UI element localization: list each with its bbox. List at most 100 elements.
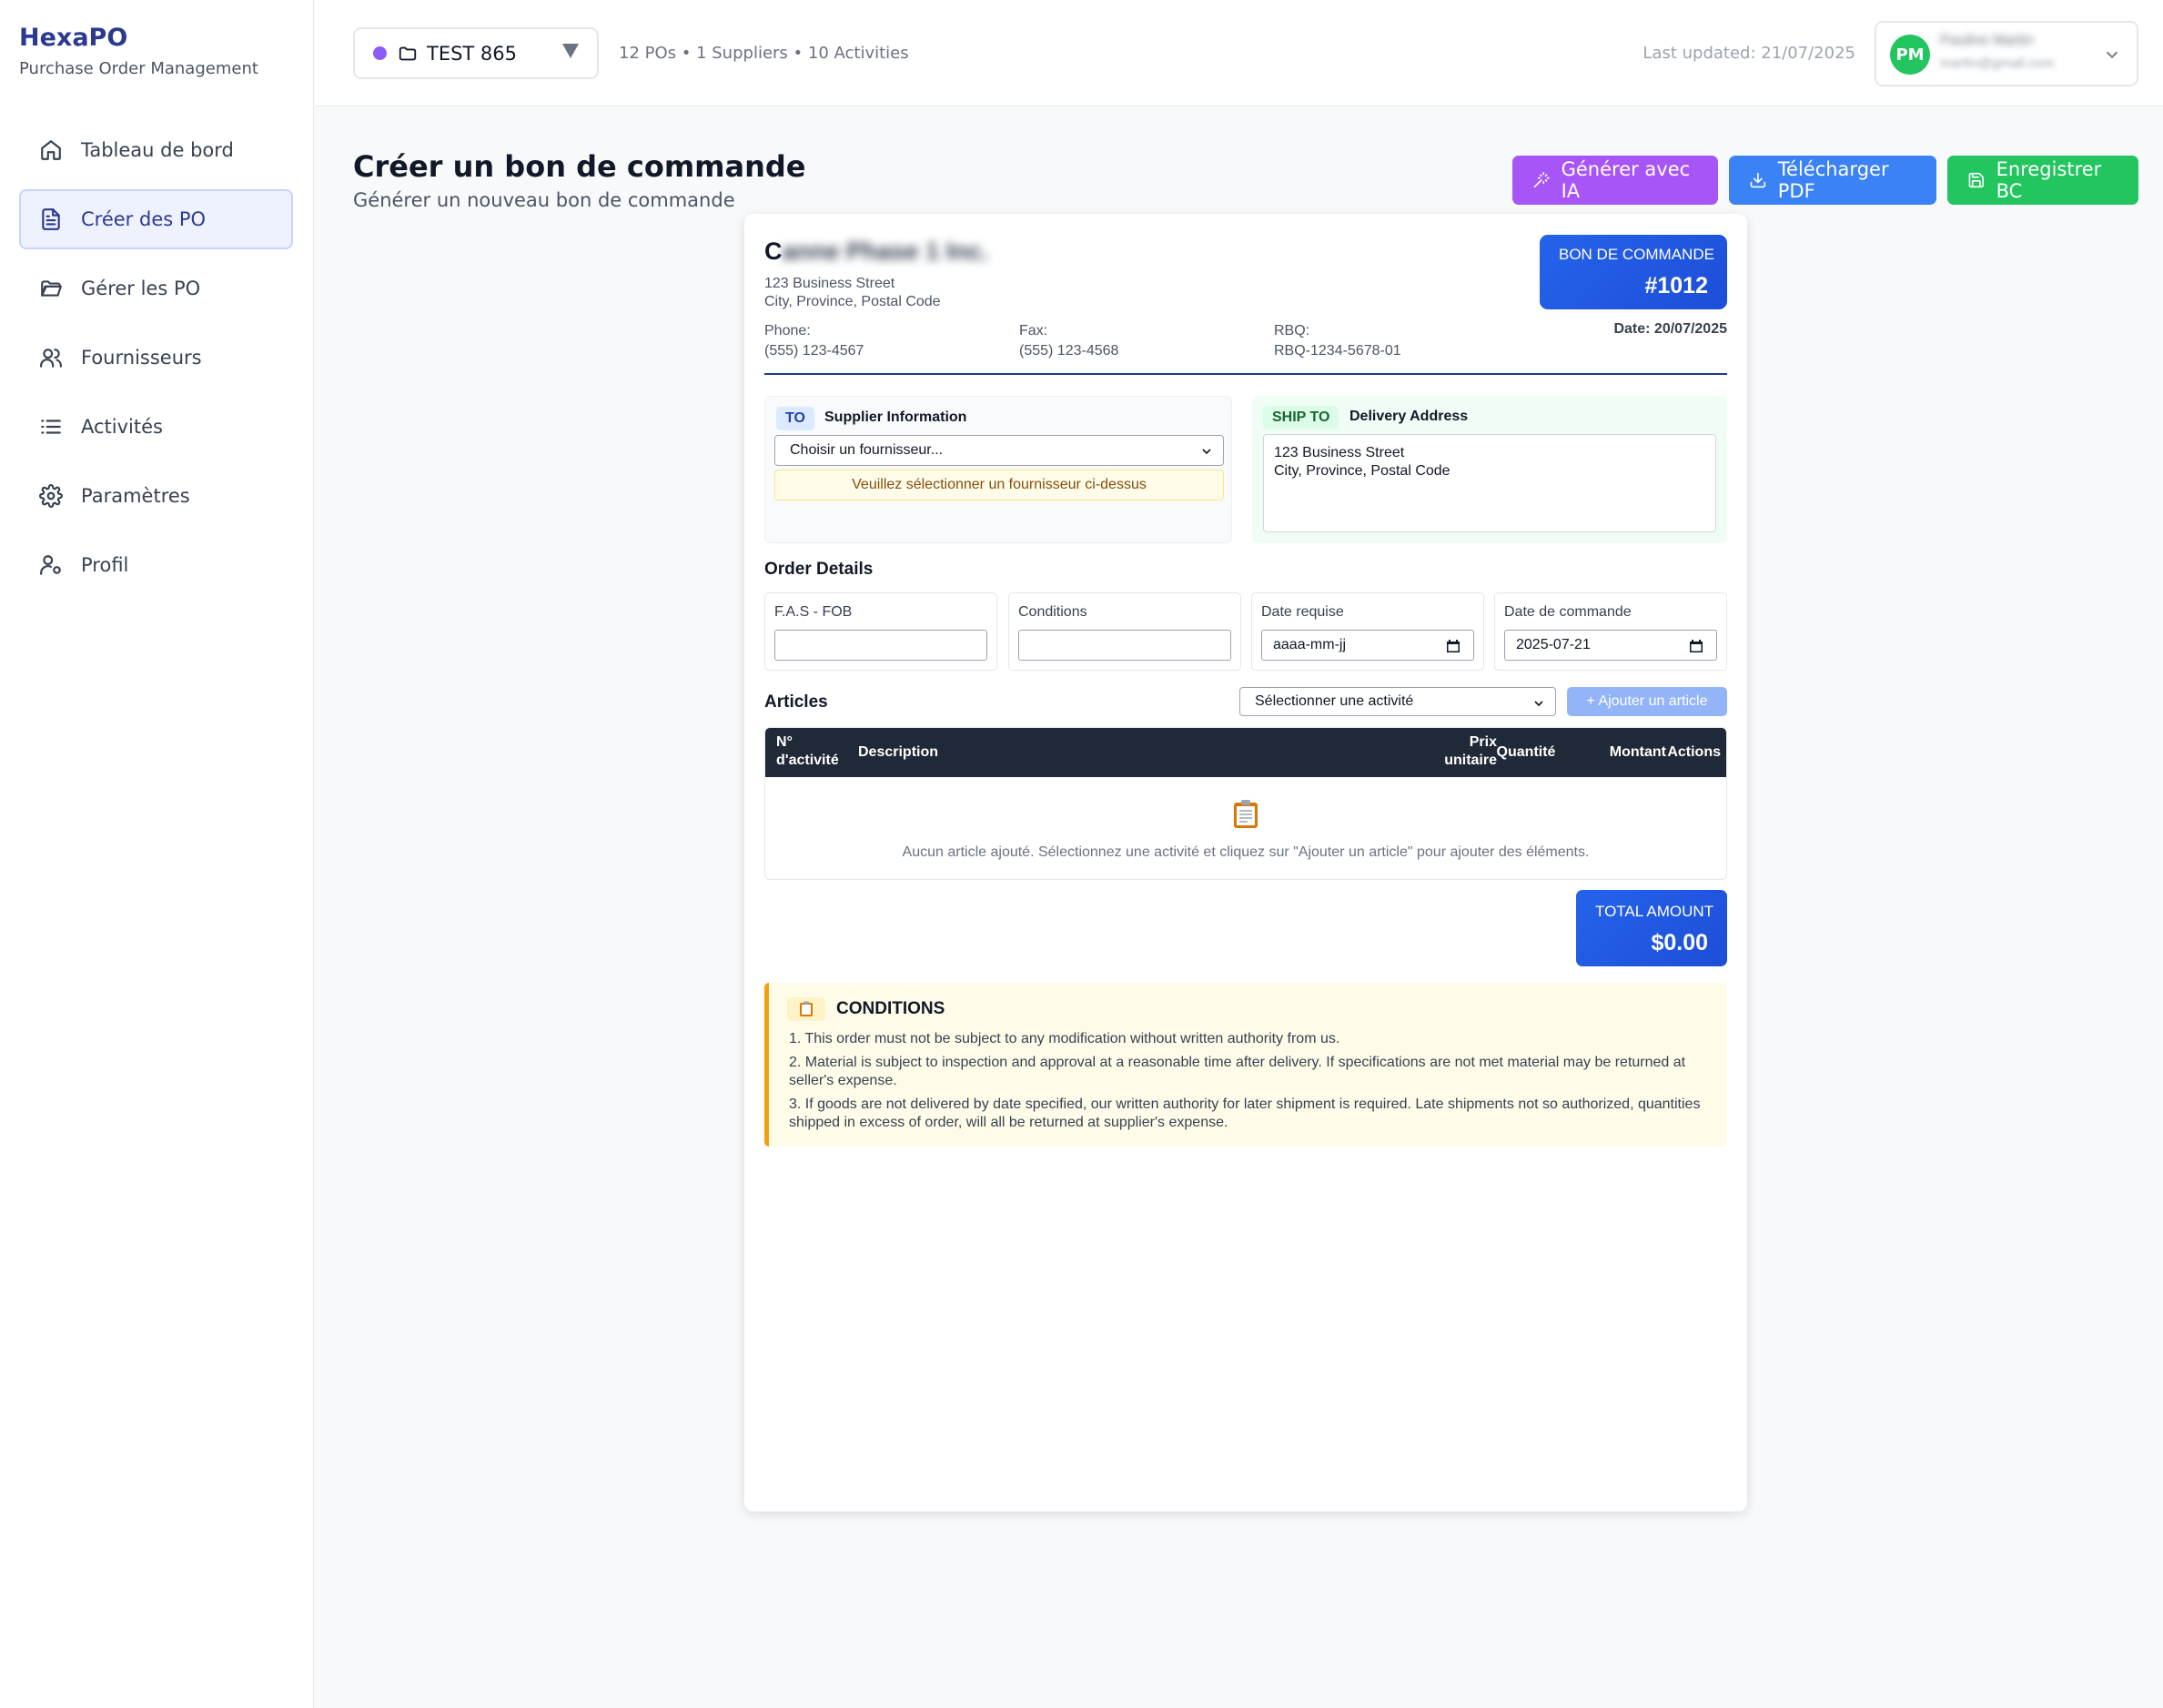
file-text-icon [39,207,63,231]
total-amount-label: TOTAL AMOUNT [1595,903,1714,920]
required-date-value: aaaa-mm-jj [1273,637,1347,652]
brand-name: HexaPO [19,24,128,52]
download-pdf-label: Télécharger PDF [1777,158,1889,202]
supplier-warning: Veuillez sélectionner un fournisseur ci-… [774,470,1224,500]
save-po-button[interactable]: Enregistrer BC [1947,156,2138,205]
add-article-button[interactable]: + Ajouter un article [1567,687,1727,716]
articles-table-header: N° d'activité Description Prix unitaire … [765,728,1726,777]
sidebar-item-label: Paramètres [81,485,190,507]
header-divider [764,373,1727,375]
col-quantity: Quantité [1496,744,1556,760]
condition-item: 3. If goods are not delivered by date sp… [789,1097,1701,1130]
calendar-icon[interactable] [1446,639,1461,653]
sidebar-item-label: Fournisseurs [81,347,202,369]
col-actions: Actions [1667,744,1721,760]
rbq-label: RBQ: [1274,323,1310,339]
articles-title: Articles [764,692,828,712]
phone-value: (555) 123-4567 [764,343,864,359]
conditions-input[interactable] [1018,630,1231,661]
sidebar-item-create-po[interactable]: Créer des PO [19,189,293,249]
save-po-label: Enregistrer BC [1996,158,2102,202]
delivery-address-textarea[interactable]: 123 Business Street City, Province, Post… [1263,434,1716,532]
brand: HexaPO Purchase Order Management [19,24,258,78]
ship-to-tag: SHIP TO [1263,406,1339,430]
po-number: #1012 [1644,273,1708,298]
company-initial: C [764,238,783,265]
col-amount: Montant [1609,744,1666,760]
order-date-value: 2025-07-21 [1516,637,1591,652]
total-amount-box: TOTAL AMOUNT $0.00 [1576,890,1727,966]
sidebar-item-profile[interactable]: Profil [19,535,293,595]
company-address-line2: City, Province, Postal Code [764,294,941,309]
company-phone: Phone: (555) 123-4567 [764,321,864,361]
project-stats: 12 POs • 1 Suppliers • 10 Activities [619,44,909,63]
page-title: Créer un bon de commande [353,149,806,184]
order-date-field: Date de commande 2025-07-21 [1494,592,1727,671]
clipboard-icon [787,997,825,1021]
conditions-label: Conditions [1018,604,1087,620]
sidebar: HexaPO Purchase Order Management Tableau… [0,0,314,1708]
gear-icon [39,484,63,508]
supplier-select[interactable]: Choisir un fournisseur... [774,435,1224,466]
fas-fob-field: F.A.S - FOB [764,592,997,671]
company-address-line1: 123 Business Street [764,276,895,291]
project-color-dot [373,46,387,60]
sidebar-item-dashboard[interactable]: Tableau de bord [19,120,293,180]
col-activity-no: N° d'activité [776,733,839,770]
sidebar-item-label: Activités [81,416,163,438]
page-actions: Générer avec IA Télécharger PDF Enregist… [1512,156,2138,205]
rbq-value: RBQ-1234-5678-01 [1274,343,1401,359]
company-name: Canne Phase 1 Inc. [764,238,988,266]
po-number-badge: BON DE COMMANDE #1012 [1540,235,1727,309]
order-details-title: Order Details [764,560,874,579]
required-date-field: Date requise aaaa-mm-jj [1251,592,1484,671]
download-icon [1750,172,1766,188]
user-name: Pauline Martin [1940,33,2034,48]
po-badge-label: BON DE COMMANDE [1559,246,1714,263]
fax-label: Fax: [1019,323,1048,339]
sidebar-item-activities[interactable]: Activités [19,397,293,457]
supplier-panel-title: Supplier Information [824,409,967,425]
download-pdf-button[interactable]: Télécharger PDF [1729,156,1936,205]
company-name-rest: anne Phase 1 Inc. [782,238,989,265]
clipboard-icon [765,799,1726,837]
sidebar-item-suppliers[interactable]: Fournisseurs [19,328,293,388]
generate-ai-label: Générer avec IA [1561,158,1691,202]
calendar-icon[interactable] [1689,639,1703,653]
user-menu[interactable]: PM Pauline Martin martin@gmail.com [1875,21,2138,86]
fax-value: (555) 123-4568 [1019,343,1119,359]
required-date-input[interactable]: aaaa-mm-jj [1261,630,1474,661]
sidebar-item-manage-po[interactable]: Gérer les PO [19,258,293,318]
conditions-section: CONDITIONS 1. This order must not be sub… [764,983,1727,1147]
chevron-down-icon [1202,449,1211,455]
delivery-address-line2: City, Province, Postal Code [1274,463,1450,479]
avatar: PM [1890,35,1930,75]
last-updated: Last updated: 21/07/2025 [1642,44,1855,63]
condition-item: 2. Material is subject to inspection and… [789,1055,1686,1088]
conditions-title: CONDITIONS [836,999,945,1018]
articles-table: N° d'activité Description Prix unitaire … [764,727,1727,880]
supplier-select-value: Choisir un fournisseur... [790,442,944,458]
required-date-label: Date requise [1261,604,1344,620]
user-email: martin@gmail.com [1940,56,2055,71]
folder-open-icon [39,277,63,300]
sidebar-item-label: Gérer les PO [81,278,201,299]
empty-articles-message: Aucun article ajouté. Sélectionnez une a… [902,844,1590,860]
company-rbq: RBQ: RBQ-1234-5678-01 [1274,321,1401,361]
generate-ai-button[interactable]: Générer avec IA [1512,156,1718,205]
home-icon [39,138,63,162]
col-activity-no-line1: N° [776,734,793,750]
delivery-panel-title: Delivery Address [1349,409,1469,424]
user-cog-icon [39,553,63,577]
activity-select[interactable]: Sélectionner une activité [1239,687,1556,716]
supplier-panel: TO Supplier Information Choisir un fourn… [764,396,1232,543]
caret-down-icon [562,44,579,58]
fas-fob-input[interactable] [774,630,987,661]
order-date-input[interactable]: 2025-07-21 [1504,630,1717,661]
sidebar-item-settings[interactable]: Paramètres [19,466,293,526]
conditions-field: Conditions [1008,592,1241,671]
project-selector[interactable]: TEST 865 [353,27,599,79]
order-date-label: Date de commande [1504,604,1632,620]
purchase-order-document: Canne Phase 1 Inc. 123 Business Street C… [744,214,1747,1511]
users-icon [39,346,63,369]
